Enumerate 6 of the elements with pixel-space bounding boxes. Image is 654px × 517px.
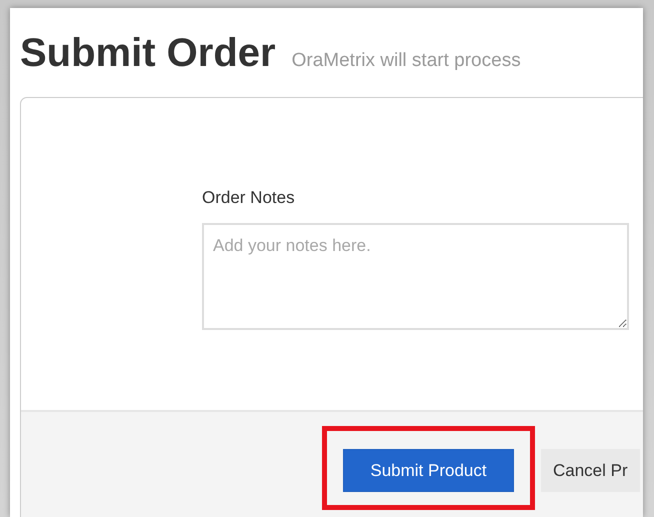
page-subtitle: OraMetrix will start process [292,49,521,73]
submit-button[interactable]: Submit Product [343,449,514,492]
notes-field[interactable]: Add your notes here. [202,222,629,330]
field-label: Order Notes [202,187,296,209]
cancel-button[interactable]: Cancel Pr [541,449,640,492]
page-title: Submit Order [20,33,276,73]
